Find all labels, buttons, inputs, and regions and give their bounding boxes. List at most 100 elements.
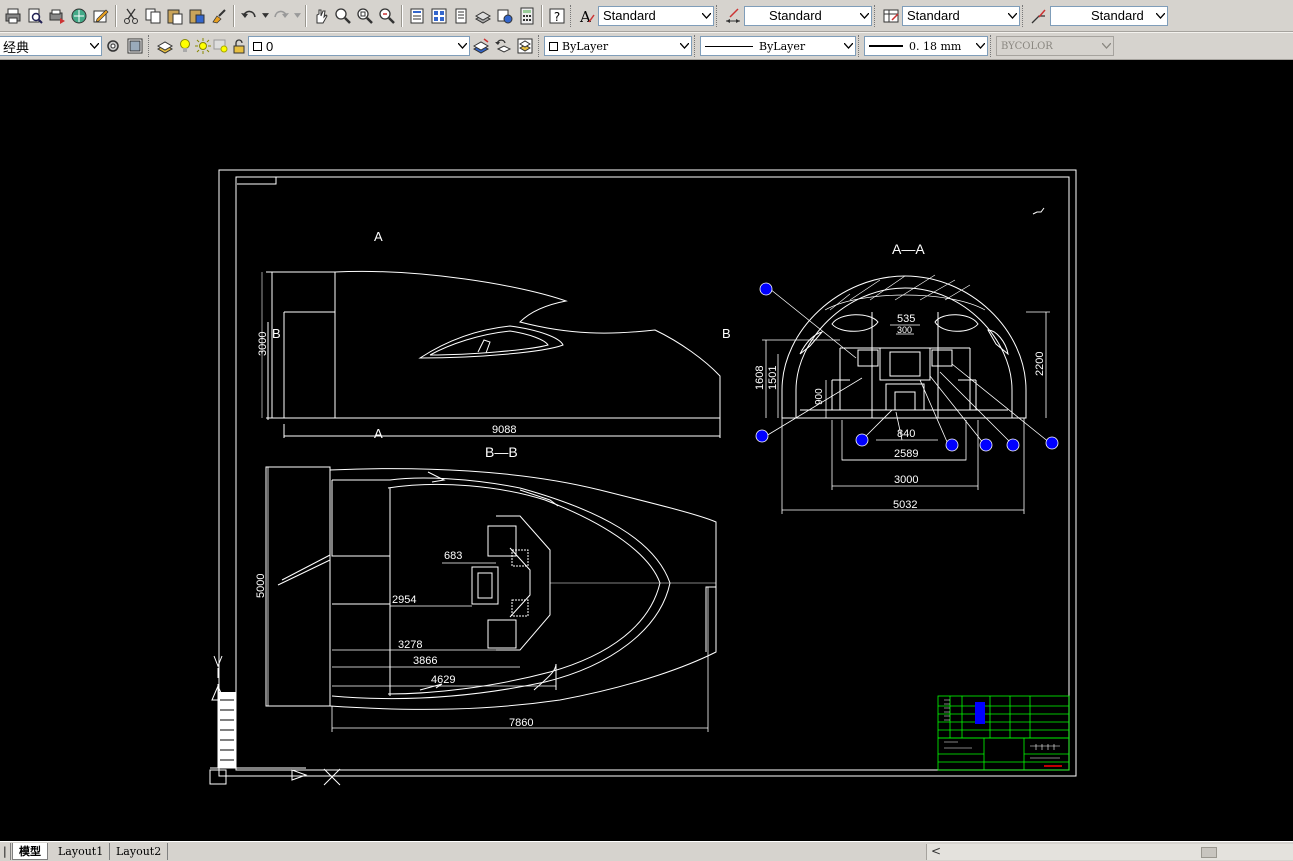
workspace-settings-icon[interactable] — [102, 35, 124, 57]
pan-icon[interactable] — [310, 5, 332, 27]
roughness-mark — [1032, 207, 1045, 215]
aa-dim-300: 300 — [897, 325, 912, 335]
toolbar-grip[interactable] — [148, 35, 151, 57]
redo-icon[interactable] — [270, 5, 292, 27]
bb-dim-4629: 4629 — [431, 674, 455, 686]
3d-dwf-icon[interactable] — [68, 5, 90, 27]
toolbar-separator — [115, 4, 117, 27]
table-style-select[interactable]: Standard — [902, 5, 1020, 26]
etransmit-icon[interactable] — [90, 5, 112, 27]
layer-on-icon[interactable] — [176, 35, 194, 57]
toolbar-grip[interactable] — [990, 35, 993, 57]
section-a-bottom-label: A — [374, 426, 383, 441]
toolbar-grip[interactable] — [1022, 4, 1025, 27]
dimension-style-icon[interactable] — [722, 5, 744, 27]
bb-plan-view — [265, 466, 717, 710]
tab-layout1[interactable]: Layout1 — [52, 843, 111, 860]
undo-dropdown-icon[interactable] — [260, 5, 270, 27]
chevron-down-icon — [841, 37, 855, 55]
section-aa-title: A—A — [892, 241, 925, 257]
color-select[interactable]: ByLayer — [544, 36, 692, 56]
layer-properties-icon[interactable] — [154, 35, 176, 57]
chevron-down-icon — [699, 7, 713, 25]
toolbar-grip[interactable] — [538, 35, 541, 57]
calculator-icon[interactable] — [516, 5, 538, 27]
redo-dropdown-icon[interactable] — [292, 5, 302, 27]
dimension-style-select[interactable]: Standard — [744, 5, 872, 26]
lineweight-preview — [869, 45, 903, 47]
text-style-icon[interactable]: A — [576, 5, 598, 27]
scroll-left-arrow-icon[interactable]: < — [931, 844, 941, 858]
linetype-select[interactable]: ByLayer — [700, 36, 856, 56]
undo-icon[interactable] — [238, 5, 260, 27]
tab-layout2[interactable]: Layout2 — [110, 843, 169, 860]
model-space-canvas[interactable]: A A B B A—A B—B 3000 9088 535 300 1608 1… — [0, 61, 1293, 841]
zoom-realtime-icon[interactable] — [332, 5, 354, 27]
design-center-icon[interactable] — [428, 5, 450, 27]
sheet-set-icon[interactable] — [472, 5, 494, 27]
zoom-previous-icon[interactable] — [376, 5, 398, 27]
markup-set-icon[interactable] — [494, 5, 516, 27]
layer-states-icon[interactable] — [514, 35, 536, 57]
lineweight-select[interactable]: 0. 18 mm — [864, 36, 988, 56]
sheet-inner-border — [235, 176, 1070, 771]
bb-dim-3866: 3866 — [413, 655, 437, 667]
layer-previous-icon[interactable] — [492, 35, 514, 57]
scrollbar-thumb[interactable] — [1201, 847, 1217, 858]
horizontal-scrollbar[interactable]: < — [926, 844, 1293, 860]
aa-dim-2589: 2589 — [894, 448, 918, 460]
paste-icon[interactable] — [164, 5, 186, 27]
cad-application: ? A Standard Standard Standard Standard … — [0, 0, 1293, 861]
layer-unlock-icon[interactable] — [230, 35, 248, 57]
aa-dim-3000: 3000 — [894, 474, 918, 486]
chevron-down-icon — [1153, 7, 1167, 25]
multileader-style-icon[interactable] — [1028, 5, 1050, 27]
color-swatch — [549, 41, 558, 51]
print-icon[interactable] — [2, 5, 24, 27]
publish-icon[interactable] — [46, 5, 68, 27]
layer-vp-freeze-icon[interactable] — [212, 35, 230, 57]
multileader-style-select[interactable]: Standard — [1050, 5, 1168, 26]
linetype-preview — [705, 45, 753, 47]
text-style-select[interactable]: Standard — [598, 5, 714, 26]
aa-dim-535: 535 — [897, 313, 915, 325]
properties-icon[interactable] — [406, 5, 428, 27]
toolbar-grip[interactable] — [570, 4, 573, 27]
cut-icon[interactable] — [120, 5, 142, 27]
toolbar-separator — [401, 4, 403, 27]
tool-palettes-icon[interactable] — [450, 5, 472, 27]
toolbar-separator — [233, 4, 235, 27]
toolbar-grip[interactable] — [858, 35, 861, 57]
side-height-dim: 3000 — [257, 332, 269, 356]
toolbar-grip[interactable] — [874, 4, 877, 27]
toolbar-grip[interactable] — [694, 35, 697, 57]
plotstyle-select: BYCOLOR — [996, 36, 1114, 56]
sheet-outer-border — [218, 169, 1077, 777]
ucs-icon — [209, 655, 341, 786]
help-icon[interactable]: ? — [546, 5, 568, 27]
toolbar-separator — [541, 4, 543, 27]
layer-select[interactable]: 0 — [248, 36, 470, 56]
paste-block-icon[interactable] — [186, 5, 208, 27]
aa-dim-5032: 5032 — [893, 499, 917, 511]
chevron-down-icon — [857, 7, 871, 25]
tab-model[interactable]: 模型 — [12, 843, 48, 860]
chevron-down-icon — [677, 37, 691, 55]
aa-dim-1608: 1608 — [754, 366, 766, 390]
clean-screen-icon[interactable] — [124, 35, 146, 57]
svg-text:A: A — [579, 8, 591, 25]
chevron-down-icon — [1005, 7, 1019, 25]
zoom-window-icon[interactable] — [354, 5, 376, 27]
print-preview-icon[interactable] — [24, 5, 46, 27]
table-style-icon[interactable] — [880, 5, 902, 27]
make-layer-current-icon[interactable] — [470, 35, 492, 57]
copy-icon[interactable] — [142, 5, 164, 27]
layer-thaw-icon[interactable] — [194, 35, 212, 57]
aa-callouts — [755, 282, 1059, 452]
tab-scroll-left[interactable]: | — [0, 843, 11, 860]
workspace-select[interactable]: 经典 — [0, 36, 102, 56]
layers-properties-toolbar: 经典 0 ByLayer ByLayer 0. 18 mm BYCOLOR — [0, 32, 1293, 60]
bb-dim-7860: 7860 — [509, 717, 533, 729]
toolbar-grip[interactable] — [716, 4, 719, 27]
match-properties-icon[interactable] — [208, 5, 230, 27]
